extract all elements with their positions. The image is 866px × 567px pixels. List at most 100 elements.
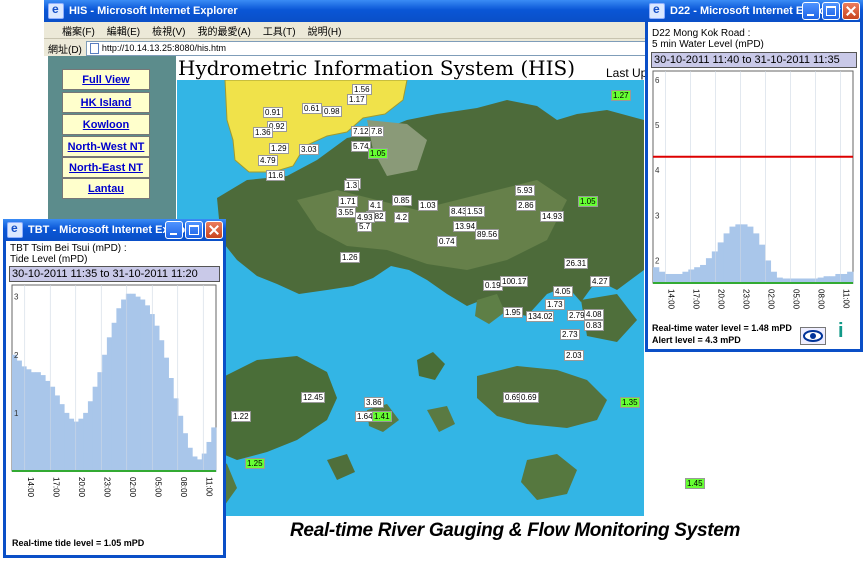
level-bar (73, 421, 79, 471)
station-marker[interactable]: 13.94 (453, 221, 478, 232)
station-marker[interactable]: 2.86 (516, 200, 536, 211)
station-marker[interactable]: 4.05 (553, 286, 573, 297)
station-marker[interactable]: 1.05 (368, 148, 388, 159)
menu-tools[interactable]: 工具(T) (263, 23, 296, 38)
level-bar (163, 357, 169, 471)
station-marker[interactable]: 0.69 (519, 392, 539, 403)
x-tick-label: 20:00 (717, 289, 726, 310)
station-marker[interactable]: 4.2 (394, 212, 410, 223)
hydrometric-map[interactable] (177, 80, 644, 516)
station-marker[interactable]: 1.05 (578, 196, 598, 207)
nav-full-view[interactable]: Full View (62, 69, 150, 90)
level-bar (121, 299, 127, 471)
menu-help[interactable]: 說明(H) (308, 23, 342, 38)
minimize-button[interactable] (165, 221, 183, 239)
station-marker[interactable]: 1.03 (418, 200, 438, 211)
station-marker[interactable]: 7.12 (351, 126, 371, 137)
station-marker[interactable]: 0.83 (584, 320, 604, 331)
station-marker[interactable]: 1.26 (340, 252, 360, 263)
station-marker[interactable]: 3.86 (364, 397, 384, 408)
level-bar (182, 433, 188, 471)
main-titlebar[interactable]: HIS - Microsoft Internet Explorer (44, 0, 667, 22)
menu-edit[interactable]: 編輯(E) (107, 23, 140, 38)
station-marker[interactable]: 12.45 (301, 392, 326, 403)
level-bar (68, 418, 75, 471)
info-icon[interactable]: i (838, 320, 844, 343)
level-bar (676, 273, 683, 283)
level-bar (135, 296, 141, 471)
level-bar (747, 226, 754, 283)
maximize-button[interactable] (822, 2, 840, 20)
station-marker[interactable]: 0.85 (392, 195, 412, 206)
nav-kowloon[interactable]: Kowloon (62, 114, 150, 135)
station-marker[interactable]: 1.71 (338, 196, 358, 207)
view-eye-icon[interactable] (800, 327, 826, 345)
station-marker[interactable]: 1.73 (545, 299, 565, 310)
maximize-button[interactable] (185, 221, 203, 239)
station-marker[interactable]: 1.53 (465, 206, 485, 217)
level-bar (83, 412, 89, 471)
menu-favorites[interactable]: 我的最愛(A) (197, 23, 250, 38)
level-bar (841, 273, 848, 283)
station-marker[interactable]: 0.91 (263, 107, 283, 118)
level-bar (192, 456, 198, 471)
station-marker[interactable]: 1.27 (611, 90, 631, 101)
nav-hk-island[interactable]: HK Island (62, 92, 150, 113)
level-bar (688, 269, 695, 283)
station-marker[interactable]: 134.02 (526, 311, 555, 322)
level-bar (92, 386, 98, 471)
address-input[interactable]: http://10.14.13.25:8080/his.htm (85, 40, 663, 56)
station-marker[interactable]: 100.17 (500, 276, 529, 287)
station-marker[interactable]: 0.74 (437, 236, 457, 247)
level-bar (694, 267, 701, 283)
station-marker[interactable]: 1.35 (620, 397, 640, 408)
station-marker[interactable]: 1.22 (231, 411, 251, 422)
station-marker[interactable]: 1.41 (372, 411, 392, 422)
d22-body: D22 Mong Kok Road : 5 min Water Level (m… (648, 22, 860, 349)
menu-view[interactable]: 檢視(V) (152, 23, 185, 38)
minimize-button[interactable] (802, 2, 820, 20)
nav-lantau[interactable]: Lantau (62, 178, 150, 199)
station-marker[interactable]: 1.29 (269, 143, 289, 154)
main-window-title: HIS - Microsoft Internet Explorer (69, 5, 238, 17)
level-bar (847, 271, 854, 283)
station-marker[interactable]: 3.03 (299, 144, 319, 155)
station-marker[interactable]: 4.1 (368, 200, 384, 211)
station-marker[interactable]: 0.61 (302, 103, 322, 114)
station-marker[interactable]: 5.93 (515, 185, 535, 196)
station-marker[interactable]: 2.03 (564, 350, 584, 361)
station-marker[interactable]: 2.73 (560, 329, 580, 340)
close-button[interactable] (205, 221, 223, 239)
station-marker[interactable]: 4.27 (590, 276, 610, 287)
station-marker[interactable]: 4.08 (584, 309, 604, 320)
station-marker[interactable]: 26.31 (564, 258, 589, 269)
station-marker[interactable]: 1.17 (347, 94, 367, 105)
station-marker[interactable]: 1.36 (253, 127, 273, 138)
x-tick-label: 23:00 (742, 289, 751, 310)
station-marker[interactable]: 4.93 (355, 212, 375, 223)
tbt-date-range: 30-10-2011 11:35 to 31-10-2011 11:20 (9, 266, 220, 282)
nav-north-east-nt[interactable]: North-East NT (62, 157, 150, 178)
menu-file[interactable]: 檔案(F) (62, 23, 95, 38)
station-marker[interactable]: 0.98 (322, 106, 342, 117)
station-marker[interactable]: 89.56 (475, 229, 500, 240)
y-tick-label: 2 (655, 256, 660, 265)
d22-titlebar[interactable]: D22 - Microsoft Internet Explorer (645, 0, 863, 22)
station-marker[interactable]: 1.95 (503, 307, 523, 318)
station-marker[interactable]: 4.79 (258, 155, 278, 166)
station-marker[interactable]: 1.25 (245, 458, 265, 469)
station-marker[interactable]: 11.6 (266, 170, 285, 181)
level-bar (102, 354, 108, 471)
nav-north-west-nt[interactable]: North-West NT (62, 136, 150, 157)
station-marker[interactable]: 14.93 (540, 211, 565, 222)
station-marker[interactable]: 1.45 (685, 478, 705, 489)
system-caption: Real-time River Gauging & Flow Monitorin… (290, 520, 741, 541)
d22-measure: 5 min Water Level (mPD) (652, 39, 764, 50)
level-bar (54, 395, 60, 471)
station-marker[interactable]: 3.55 (336, 207, 356, 218)
station-marker[interactable]: 1.3 (344, 180, 360, 191)
ie-icon (649, 2, 665, 19)
close-button[interactable] (842, 2, 860, 20)
station-marker[interactable]: 7.8 (369, 126, 385, 137)
tbt-titlebar[interactable]: TBT - Microsoft Internet Explorer (3, 219, 226, 241)
